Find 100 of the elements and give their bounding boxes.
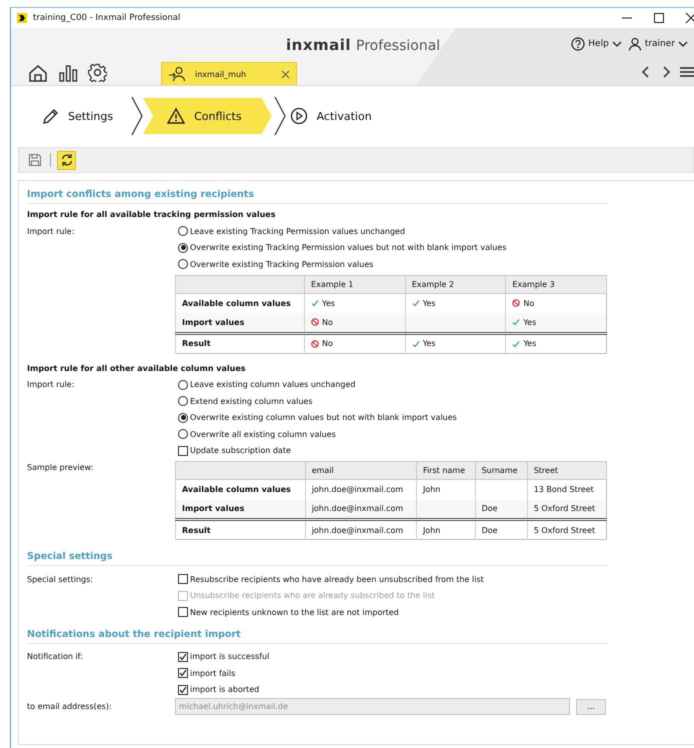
table-cell: John bbox=[422, 526, 440, 534]
column-header: Street bbox=[534, 466, 558, 475]
prohibited-icon bbox=[311, 318, 320, 326]
chevron-down-icon[interactable] bbox=[612, 39, 622, 49]
row-header: Available column values bbox=[182, 485, 291, 494]
table-cell: 5 Oxford Street bbox=[534, 526, 596, 534]
home-icon[interactable] bbox=[28, 64, 48, 82]
option-label[interactable]: Resubscribe recipients who have already been unsubscribed from the list bbox=[190, 574, 484, 584]
user-icon[interactable] bbox=[628, 37, 642, 51]
table-cell: Yes bbox=[523, 318, 536, 327]
option-label[interactable]: Update subscription date bbox=[190, 446, 291, 456]
wizard-step[interactable]: Conflicts bbox=[143, 98, 272, 134]
option-label[interactable]: Overwrite existing Tracking Permission values bbox=[190, 260, 374, 269]
checkmark-icon bbox=[412, 299, 420, 308]
document-tab[interactable]: inxmail_muh bbox=[161, 62, 297, 85]
help-menu[interactable]: Help bbox=[588, 39, 609, 49]
table-cell: Yes bbox=[422, 298, 436, 308]
prohibited-icon bbox=[512, 299, 520, 308]
close-icon[interactable] bbox=[684, 11, 694, 25]
field-label: to email address(es): bbox=[27, 702, 113, 711]
option-label[interactable]: New recipients unknown to the list are not imported bbox=[190, 608, 399, 617]
column-header: Example 2 bbox=[412, 280, 454, 288]
radio-button[interactable] bbox=[178, 259, 188, 270]
browse-button[interactable]: ... bbox=[576, 698, 606, 714]
option-label[interactable]: Leave existing column values unchanged bbox=[190, 380, 356, 390]
table-cell: Yes bbox=[523, 339, 536, 348]
table-cell: john.doe@inxmail.com bbox=[312, 504, 404, 514]
maximize-icon[interactable] bbox=[652, 11, 666, 25]
table-cell: john.doe@inxmail.com bbox=[312, 485, 404, 494]
app-logo-icon bbox=[17, 13, 27, 23]
field-label: Import rule: bbox=[27, 226, 76, 236]
chevron-down-icon[interactable] bbox=[678, 39, 688, 49]
menu-icon[interactable] bbox=[680, 65, 694, 79]
window-title: training_C00 - Inxmail Professional bbox=[33, 13, 180, 23]
radio-button[interactable] bbox=[178, 226, 188, 236]
row-header: Result bbox=[182, 339, 211, 348]
wizard-step[interactable]: Settings bbox=[39, 98, 130, 134]
chevron-divider-icon bbox=[131, 96, 144, 136]
subsection-title: Import rule for all available tracking permission values bbox=[27, 210, 276, 219]
table-cell: No bbox=[322, 339, 333, 348]
bar-chart-icon[interactable] bbox=[58, 64, 78, 82]
chevron-divider-icon bbox=[274, 96, 286, 136]
table-cell: 13 Bond Street bbox=[534, 485, 594, 494]
user-menu[interactable]: trainer bbox=[644, 39, 675, 49]
table-cell: No bbox=[322, 318, 333, 327]
pencil-icon bbox=[41, 107, 59, 125]
checkbox[interactable] bbox=[178, 668, 188, 678]
row-header: Result bbox=[182, 526, 211, 534]
table-cell: No bbox=[523, 298, 534, 308]
radio-button[interactable] bbox=[178, 380, 188, 390]
option-label[interactable]: Leave existing Tracking Permission values unchanged bbox=[190, 226, 406, 236]
section-title: Notifications about the recipient import bbox=[27, 626, 607, 644]
option-label[interactable]: import is successful bbox=[190, 652, 270, 662]
table-cell: 5 Oxford Street bbox=[534, 504, 596, 514]
checkbox[interactable] bbox=[178, 607, 188, 618]
checkbox[interactable] bbox=[178, 684, 188, 695]
row-header: Import values bbox=[182, 318, 244, 327]
radio-button[interactable] bbox=[178, 396, 188, 406]
table-cell: John bbox=[422, 485, 440, 494]
radio-button[interactable] bbox=[178, 412, 188, 423]
save-icon bbox=[28, 153, 42, 167]
refresh-icon bbox=[60, 153, 74, 167]
option-label[interactable]: Overwrite existing Tracking Permission values but not with blank import values bbox=[190, 243, 506, 252]
prohibited-icon bbox=[311, 340, 320, 348]
option-label[interactable]: Extend existing column values bbox=[190, 396, 313, 406]
refresh-button[interactable] bbox=[57, 150, 76, 170]
table-cell: Doe bbox=[482, 526, 498, 534]
column-header: Example 1 bbox=[311, 280, 354, 288]
field-label: Special settings: bbox=[27, 574, 94, 584]
column-header: email bbox=[312, 466, 334, 475]
checkmark-icon bbox=[512, 318, 520, 326]
checkbox[interactable] bbox=[178, 652, 188, 662]
radio-button[interactable] bbox=[178, 429, 188, 440]
column-header: Example 3 bbox=[512, 280, 555, 288]
settings-icon[interactable] bbox=[88, 63, 107, 82]
checkbox[interactable] bbox=[178, 446, 188, 456]
field-label: Notification if: bbox=[27, 652, 84, 662]
option-label[interactable]: Overwrite existing column values but not with blank import values bbox=[190, 413, 457, 422]
field-label: Sample preview: bbox=[27, 463, 94, 472]
option-label[interactable]: import fails bbox=[190, 668, 236, 678]
subsection-title: Import rule for all other available column values bbox=[27, 364, 247, 372]
table-cell: Yes bbox=[322, 298, 335, 308]
brand-logo: inxmail bbox=[286, 36, 352, 54]
checkmark-icon bbox=[412, 340, 420, 348]
table-cell: Doe bbox=[482, 504, 498, 514]
option-label[interactable]: Overwrite all existing column values bbox=[190, 430, 336, 439]
column-header: Surname bbox=[482, 466, 518, 475]
checkbox[interactable] bbox=[178, 574, 188, 584]
help-icon[interactable] bbox=[571, 37, 586, 51]
section-title: Special settings bbox=[27, 549, 607, 566]
section-title: Import conflicts among existing recipients bbox=[27, 187, 607, 204]
field-label: Import rule: bbox=[27, 380, 76, 390]
table-cell: Yes bbox=[422, 339, 436, 348]
checkmark-icon bbox=[512, 340, 520, 348]
wizard-step[interactable]: Activation bbox=[288, 98, 388, 134]
user-import-icon bbox=[169, 66, 185, 82]
radio-button[interactable] bbox=[178, 242, 188, 253]
table-cell: john.doe@inxmail.com bbox=[312, 526, 404, 534]
option-label[interactable]: import is aborted bbox=[190, 685, 260, 694]
row-header: Import values bbox=[182, 504, 244, 514]
